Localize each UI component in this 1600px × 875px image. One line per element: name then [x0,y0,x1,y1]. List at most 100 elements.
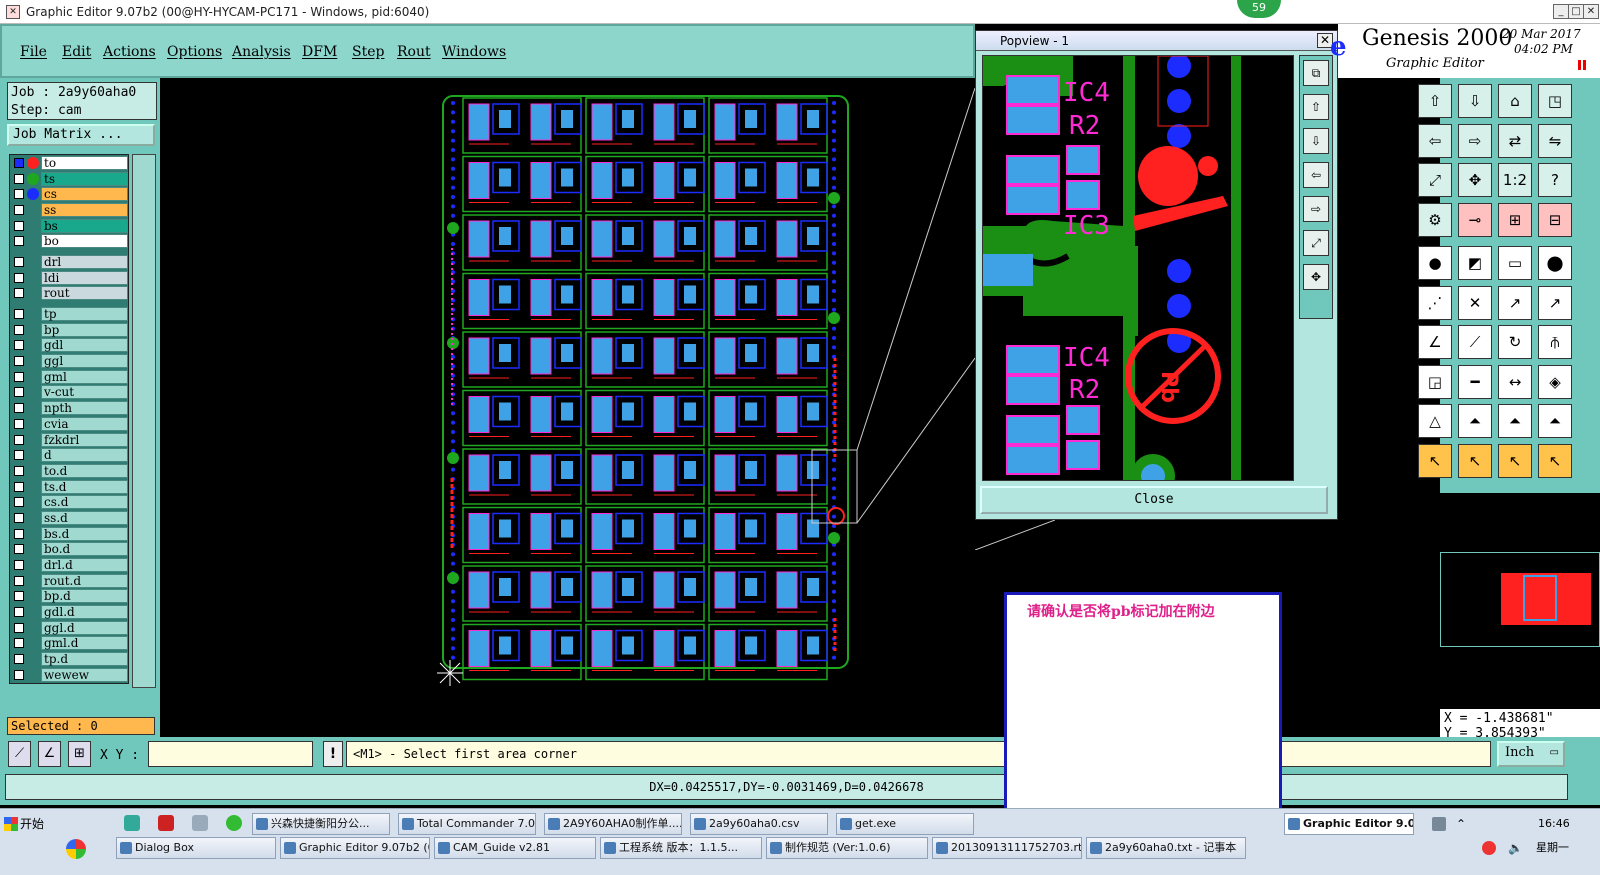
layer-checkbox[interactable] [14,418,24,429]
tri-b-icon[interactable]: ⏶ [1458,404,1492,438]
popview-fit-icon[interactable]: ⤢ [1303,230,1329,256]
snap-icon[interactable]: ⟋ [8,741,31,767]
overview-map[interactable] [1440,552,1600,647]
popview-zoom-icon[interactable]: ⧉ [1303,60,1329,86]
layer-checkbox[interactable] [14,669,24,680]
layer-checkbox[interactable] [14,560,24,571]
calculator-icon[interactable] [192,815,208,831]
menu-edit[interactable]: Edit [62,44,91,60]
layer-row-gdl-d[interactable]: gdl.d [10,604,128,620]
layer-checkbox[interactable] [14,189,24,200]
layer-checkbox[interactable] [14,638,24,649]
layer-row-bs-d[interactable]: bs.d [10,526,128,542]
task-item-6[interactable]: Dialog Box [116,837,276,859]
tool-b-icon[interactable]: ⊸ [1458,202,1492,237]
angle-icon[interactable]: ∠ [1418,325,1452,359]
minimize-button[interactable]: _ [1553,4,1569,19]
task-item-11[interactable]: 20130913111752703.rtf... [932,837,1082,859]
layer-row-ldi[interactable]: ldi [10,270,128,286]
layer-checkbox[interactable] [14,528,24,539]
layer-checkbox[interactable] [14,220,24,231]
layer-row-rout-d[interactable]: rout.d [10,573,128,589]
layer-checkbox[interactable] [14,288,24,299]
tray-expand-icon[interactable]: ⌃ [1456,817,1466,831]
overview-viewport[interactable] [1523,575,1557,621]
layer-scrollbar[interactable] [132,154,156,688]
layer-row-ts-d[interactable]: ts.d [10,479,128,495]
task-item-4[interactable]: 2a9y60aha0.csv [690,813,828,835]
split-icon[interactable]: ⫚ [1538,325,1572,359]
layer-row-tp-d[interactable]: tp.d [10,651,128,667]
select-icon[interactable]: ↖ [1418,443,1452,478]
drill-icon[interactable]: ⬤ [1538,246,1572,280]
tri-a-icon[interactable]: △ [1418,404,1452,438]
layer-row-ts[interactable]: ts [10,171,128,187]
pad-arc-icon[interactable]: ↗ [1538,285,1572,320]
fit-icon[interactable]: ⤢ [1418,163,1452,197]
browser-icon[interactable] [226,815,242,831]
layer-row-v-cut[interactable]: v-cut [10,385,128,401]
flip-icon[interactable]: ⇄ [1498,123,1532,158]
popview-canvas[interactable]: Pb IC4 R2 IC3 IC4 R2 [982,55,1294,481]
xy-input[interactable] [148,741,313,767]
ratio-icon[interactable]: 1:2 [1498,163,1532,197]
move-up-icon[interactable]: ⇧ [1418,84,1452,118]
move-down-icon[interactable]: ⇩ [1458,84,1492,118]
pad-select-icon[interactable]: ◲ [1418,364,1452,399]
task-item-3[interactable]: 2A9Y60AHA0制作单.... [544,813,682,835]
layer-checkbox[interactable] [14,356,24,367]
layer-row-ss-d[interactable]: ss.d [10,510,128,526]
layer-row-to-d[interactable]: to.d [10,463,128,479]
pad-icon[interactable]: ● [1418,246,1452,280]
layer-row-ggl[interactable]: ggl [10,353,128,369]
move-left-icon[interactable]: ⇦ [1418,123,1452,158]
layer-checkbox[interactable] [14,324,24,335]
task-item-10[interactable]: 制作规范 (Ver:1.0.6) [766,837,928,859]
layer-row-cs[interactable]: cs [10,186,128,202]
menu-dfm[interactable]: DFM [302,44,337,60]
tool-d-icon[interactable]: ⊟ [1538,202,1572,237]
layer-row-bo-d[interactable]: bo.d [10,542,128,558]
tool-a-icon[interactable]: ⚙ [1418,202,1452,237]
layer-checkbox[interactable] [14,340,24,351]
layer-row-bs[interactable]: bs [10,218,128,234]
graphic-canvas[interactable] [160,78,975,737]
help-icon[interactable]: ? [1538,163,1572,197]
layer-checkbox[interactable] [14,450,24,461]
quicklaunch-icon-1[interactable] [124,815,140,831]
layer-checkbox[interactable] [14,272,24,283]
corner-icon[interactable]: ◳ [1538,84,1572,118]
maximize-button[interactable]: □ [1568,4,1584,19]
layer-checkbox[interactable] [14,173,24,184]
pinned-app-icon[interactable] [66,839,86,859]
layer-checkbox[interactable] [14,607,24,618]
center-icon[interactable]: ✥ [1458,163,1492,197]
task-item-8[interactable]: CAM_Guide v2.81 [434,837,596,859]
popview-center-icon[interactable]: ✥ [1303,264,1329,290]
task-item-active[interactable]: Graphic Editor 9.07... [1284,813,1414,835]
layer-checkbox[interactable] [14,309,24,320]
info-icon[interactable]: ! [323,741,343,767]
task-item-12[interactable]: 2a9y60aha0.txt - 记事本 [1086,837,1246,859]
tool-c-icon[interactable]: ⊞ [1498,202,1532,237]
rotate-icon[interactable]: ↻ [1498,325,1532,359]
layer-row-drl-d[interactable]: drl.d [10,557,128,573]
measure-icon[interactable]: ↔ [1498,364,1532,399]
popview-close-button[interactable]: Close [980,486,1328,514]
popview-right-icon[interactable]: ⇨ [1303,196,1329,222]
layer-row-cvia[interactable]: cvia [10,416,128,432]
cross-icon[interactable]: ✕ [1458,285,1492,320]
home-icon[interactable]: ⌂ [1498,84,1532,118]
line-cut-icon[interactable]: ⟋ [1458,325,1492,359]
layer-checkbox[interactable] [14,512,24,523]
layer-row-rout[interactable]: rout [10,286,128,302]
layer-checkbox[interactable] [14,497,24,508]
start-button[interactable]: 开始 [2,813,62,835]
layer-row-bp-d[interactable]: bp.d [10,589,128,605]
tri-c-icon[interactable]: ⏶ [1498,404,1532,438]
popview-left-icon[interactable]: ⇦ [1303,162,1329,188]
scale-icon[interactable]: ⇋ [1538,123,1572,158]
layer-row-bp[interactable]: bp [10,322,128,338]
task-item-7[interactable]: Graphic Editor 9.07b2 (0... [280,837,430,859]
layer-row-gdl[interactable]: gdl [10,338,128,354]
